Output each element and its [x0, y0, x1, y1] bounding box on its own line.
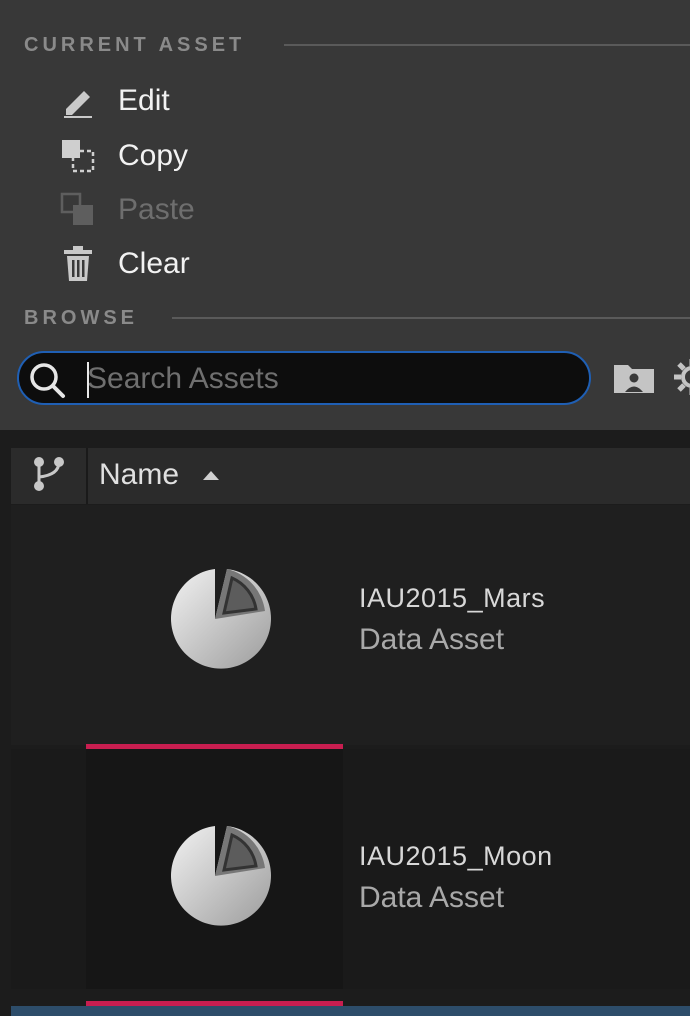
copy-icon: [58, 136, 98, 176]
name-column-label[interactable]: Name: [99, 458, 179, 492]
settings-button[interactable]: [672, 358, 690, 400]
edit-menu-item[interactable]: Edit: [58, 76, 358, 126]
current-asset-header: CURRENT ASSET: [24, 33, 245, 57]
asset-thumbnail: [86, 505, 343, 745]
browse-title: BROWSE: [24, 306, 138, 329]
clear-label: Clear: [118, 247, 190, 280]
asset-name: IAU2015_Moon: [359, 841, 553, 871]
section-divider: [172, 317, 690, 319]
list-column-header: Name: [11, 448, 690, 504]
folder-button[interactable]: [612, 358, 656, 400]
browse-header: BROWSE: [24, 306, 138, 330]
folder-user-icon: [612, 359, 656, 400]
section-divider: [284, 44, 690, 46]
sort-ascending-icon[interactable]: [201, 468, 221, 487]
selection-indicator: [86, 744, 343, 749]
copy-menu-item[interactable]: Copy: [58, 131, 358, 181]
next-row-preview: [11, 1006, 690, 1016]
asset-type: Data Asset: [359, 881, 505, 914]
source-column-button[interactable]: [11, 448, 88, 504]
pencil-icon: [58, 81, 98, 121]
asset-picker-panel: CURRENT ASSET Edit Copy Paste Clear BROW…: [0, 0, 690, 1016]
data-asset-pie-icon: [170, 826, 271, 926]
paste-icon: [58, 190, 98, 230]
search-icon: [27, 360, 67, 400]
copy-label: Copy: [118, 139, 189, 172]
edit-label: Edit: [118, 84, 170, 117]
current-asset-title: CURRENT ASSET: [24, 33, 246, 56]
paste-label: Paste: [118, 193, 195, 226]
trash-icon: [58, 244, 98, 284]
search-box[interactable]: [17, 351, 591, 405]
clear-menu-item[interactable]: Clear: [58, 239, 358, 289]
gear-icon: [672, 358, 690, 400]
asset-row[interactable]: IAU2015_Mars Data Asset: [11, 505, 690, 745]
data-asset-pie-icon: [170, 569, 271, 669]
paste-menu-item[interactable]: Paste: [58, 185, 358, 235]
asset-type: Data Asset: [359, 623, 505, 656]
asset-thumbnail: [86, 749, 343, 989]
asset-row[interactable]: IAU2015_Moon Data Asset: [11, 749, 690, 989]
text-caret: [87, 362, 89, 398]
branch-icon: [31, 455, 67, 498]
search-input[interactable]: [87, 361, 567, 397]
asset-name: IAU2015_Mars: [359, 583, 546, 613]
